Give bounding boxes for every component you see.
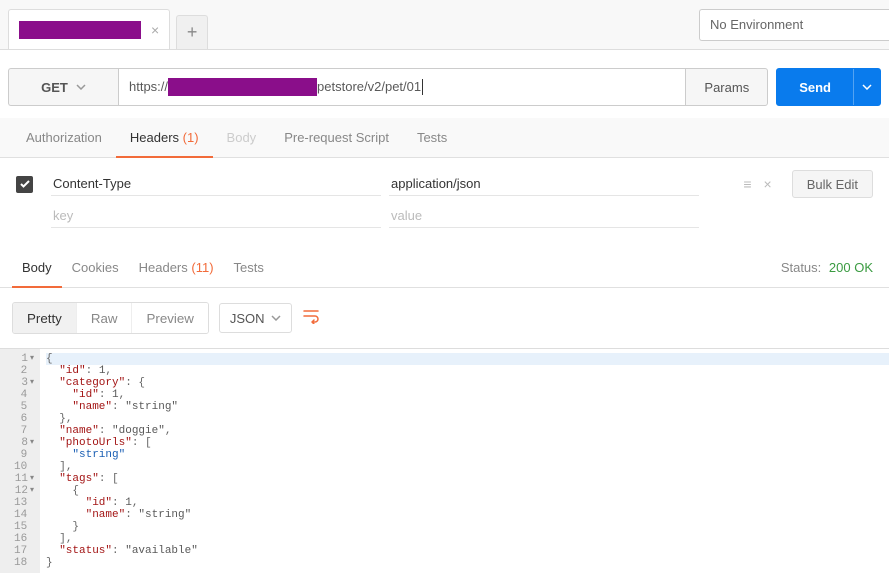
format-selector[interactable]: JSON (219, 303, 292, 333)
resp-tab-headers[interactable]: Headers (11) (129, 248, 224, 287)
tab-authorization[interactable]: Authorization (12, 118, 116, 157)
header-value-input[interactable]: value (389, 204, 699, 228)
chevron-down-icon (862, 84, 872, 90)
wrap-lines-icon[interactable] (302, 308, 320, 329)
status-label: Status: (781, 260, 821, 275)
request-tab[interactable]: × (8, 9, 170, 49)
code-viewer: 1▾2 3▾4 5 6 7 8▾9 10 11▾12▾13 14 15 16 1… (0, 348, 889, 573)
tab-body[interactable]: Body (213, 118, 271, 157)
request-tabs: Authorization Headers (1) Body Pre-reque… (0, 118, 889, 158)
response-tabs: Body Cookies Headers (11) Tests Status: … (0, 248, 889, 288)
delete-row-icon[interactable]: × (764, 176, 772, 192)
top-bar: × + No Environment (0, 0, 889, 50)
url-prefix: https:// (129, 69, 168, 105)
new-tab-button[interactable]: + (176, 15, 208, 49)
text-cursor (422, 79, 423, 95)
code-content[interactable]: { "id": 1, "category": { "id": 1, "name"… (40, 349, 889, 573)
header-key-input[interactable]: Content-Type (51, 172, 381, 196)
tab-headers-label: Headers (130, 130, 179, 145)
url-suffix: petstore/v2/pet/01 (317, 69, 421, 105)
http-method-label: GET (41, 80, 68, 95)
bulk-edit-button[interactable]: Bulk Edit (792, 170, 873, 198)
url-input[interactable]: https:// petstore/v2/pet/01 (118, 68, 685, 106)
row-actions: ≡ × (743, 176, 771, 192)
environment-label: No Environment (710, 17, 803, 32)
header-row: Content-Type application/json ≡ × Bulk E… (16, 168, 873, 200)
check-icon (19, 178, 31, 190)
chevron-down-icon (76, 84, 86, 90)
resp-tab-body[interactable]: Body (12, 248, 62, 287)
header-row-empty: key value (16, 200, 873, 232)
raw-button[interactable]: Raw (77, 303, 133, 333)
send-button[interactable]: Send (776, 68, 881, 106)
line-gutter: 1▾2 3▾4 5 6 7 8▾9 10 11▾12▾13 14 15 16 1… (0, 349, 40, 573)
http-method-selector[interactable]: GET (8, 68, 118, 106)
tab-tests[interactable]: Tests (403, 118, 461, 157)
header-checkbox[interactable] (16, 176, 33, 193)
status-code: 200 OK (829, 260, 873, 275)
resp-tab-tests[interactable]: Tests (224, 248, 274, 287)
resp-tab-headers-count: (11) (191, 260, 213, 275)
view-mode-group: Pretty Raw Preview (12, 302, 209, 334)
preview-button[interactable]: Preview (132, 303, 207, 333)
send-dropdown[interactable] (853, 69, 880, 105)
format-label: JSON (230, 311, 265, 326)
tab-headers[interactable]: Headers (1) (116, 118, 213, 157)
pretty-button[interactable]: Pretty (13, 303, 77, 333)
resp-tab-cookies[interactable]: Cookies (62, 248, 129, 287)
headers-editor: Content-Type application/json ≡ × Bulk E… (0, 158, 889, 240)
header-key-input[interactable]: key (51, 204, 381, 228)
tab-headers-count: (1) (183, 130, 199, 145)
resp-tab-headers-label: Headers (139, 260, 188, 275)
close-tab-icon[interactable]: × (151, 22, 159, 38)
header-value-input[interactable]: application/json (389, 172, 699, 196)
tab-prerequest[interactable]: Pre-request Script (270, 118, 403, 157)
viewer-toolbar: Pretty Raw Preview JSON (0, 288, 889, 348)
chevron-down-icon (271, 315, 281, 321)
drag-handle-icon[interactable]: ≡ (743, 176, 751, 192)
status-area: Status: 200 OK (781, 260, 877, 275)
environment-selector[interactable]: No Environment (699, 9, 889, 41)
params-button[interactable]: Params (685, 68, 768, 106)
tab-title-redacted (19, 21, 141, 39)
params-label: Params (704, 80, 749, 95)
tabs-area: × + (0, 0, 699, 49)
send-label[interactable]: Send (777, 69, 853, 105)
url-redacted (168, 78, 317, 96)
request-row: GET https:// petstore/v2/pet/01 Params Se… (0, 50, 889, 118)
